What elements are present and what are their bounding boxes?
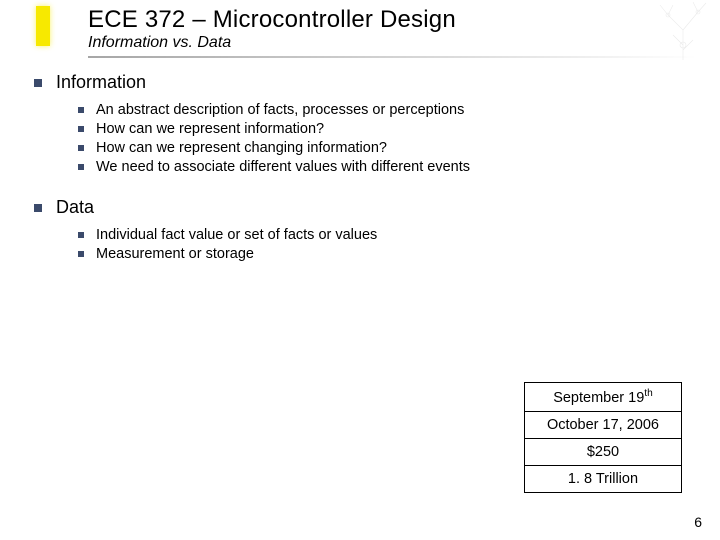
table-row: $250 <box>524 438 681 465</box>
list-item: An abstract description of facts, proces… <box>96 102 464 118</box>
slide-body: Information An abstract description of f… <box>16 72 706 284</box>
bullet-icon <box>78 145 84 151</box>
slide-subtitle: Information vs. Data <box>88 34 456 52</box>
bullet-icon <box>78 251 84 257</box>
decorative-graphic <box>648 0 718 62</box>
bullet-icon <box>78 107 84 113</box>
course-title: ECE 372 – Microcontroller Design <box>88 6 456 34</box>
list-item: How can we represent changing informatio… <box>96 140 387 156</box>
table-row: October 17, 2006 <box>524 411 681 438</box>
example-table: September 19th October 17, 2006 $250 1. … <box>524 382 682 493</box>
bullet-icon <box>78 126 84 132</box>
page-number: 6 <box>694 514 702 530</box>
list-item: We need to associate different values wi… <box>96 159 470 175</box>
title-underline <box>88 56 698 58</box>
bullet-icon <box>34 204 42 212</box>
list-item: Individual fact value or set of facts or… <box>96 227 377 243</box>
list-item: Measurement or storage <box>96 246 254 262</box>
bullet-icon <box>34 79 42 87</box>
bullet-icon <box>78 164 84 170</box>
table-row: 1. 8 Trillion <box>524 465 681 492</box>
section-heading: Information <box>56 72 146 93</box>
section-heading: Data <box>56 197 94 218</box>
accent-bar <box>36 6 50 46</box>
table-row: September 19th <box>524 383 681 412</box>
bullet-icon <box>78 232 84 238</box>
list-item: How can we represent information? <box>96 121 324 137</box>
